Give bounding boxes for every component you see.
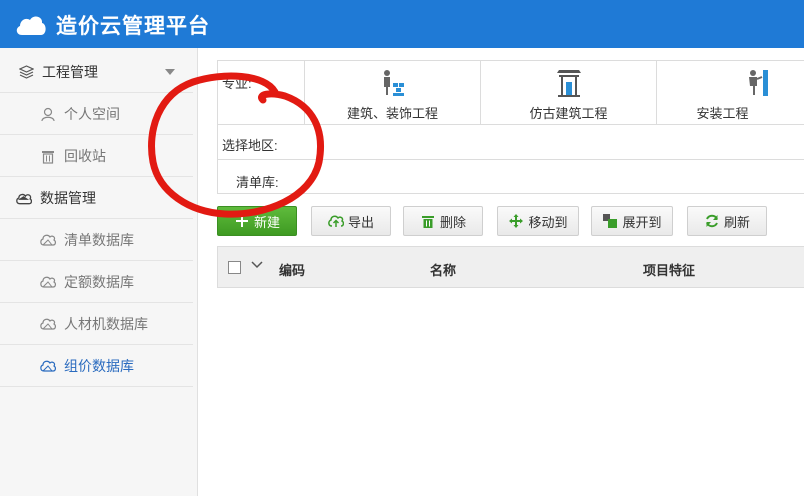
user-icon [40,106,56,122]
cloud-icon [40,358,56,374]
move-button-label: 移动到 [528,214,568,230]
select-all-checkbox[interactable] [228,261,241,274]
column-header-name[interactable]: 名称 [430,260,456,279]
category-building[interactable]: 建筑、装饰工程 [304,61,480,125]
expand-button[interactable]: 展开到 [591,206,673,236]
delete-button[interactable]: 删除 [403,206,483,236]
cloud-upload-icon [328,213,344,229]
sidebar-item-quota-db[interactable]: 定额数据库 [0,262,193,303]
move-button[interactable]: 移动到 [497,206,579,236]
category-label: 建筑、装饰工程 [346,106,438,121]
delete-button-label: 删除 [439,214,466,230]
pavilion-icon [556,69,582,100]
sidebar-item-label: 个人空间 [64,106,120,122]
move-arrows-icon [508,213,524,229]
refresh-button-label: 刷新 [723,214,750,230]
sidebar-item-label: 人材机数据库 [64,316,148,332]
sidebar-item-label: 回收站 [64,148,106,164]
layers-icon [18,64,34,80]
category-label: 安装工程 [696,106,749,121]
cloud-icon [14,13,48,37]
export-button-label: 导出 [347,214,374,230]
red-annotation-circle [148,72,324,218]
cloud-icon [40,316,56,332]
sidebar-item-label: 组价数据库 [64,358,134,374]
trash-icon [420,213,436,229]
trash-icon [40,148,56,164]
cloud-icon [40,232,56,248]
refresh-icon [704,213,720,229]
installer-icon [745,69,771,100]
sidebar-item-label: 定额数据库 [64,274,134,290]
table-header: 编码 名称 项目特征 [217,246,804,288]
sidebar-group-label: 数据管理 [40,190,96,206]
sidebar-group-label: 工程管理 [42,64,98,80]
expand-button-label: 展开到 [622,214,662,230]
column-header-code[interactable]: 编码 [279,260,305,279]
app-title: 造价云管理平台 [56,14,210,38]
sidebar-item-resource-db[interactable]: 人材机数据库 [0,304,193,345]
cloud-icon [40,274,56,290]
sidebar-item-bill-db[interactable]: 清单数据库 [0,220,193,261]
sidebar-item-label: 清单数据库 [64,232,134,248]
refresh-button[interactable]: 刷新 [687,206,767,236]
chevron-down-icon[interactable] [251,258,263,272]
construction-worker-icon [378,69,408,100]
app-logo[interactable]: 造价云管理平台 [14,10,210,40]
cloud-data-icon [16,190,32,206]
category-installation[interactable]: 安装工程 [656,61,804,125]
top-bar: 造价云管理平台 [0,0,804,48]
expand-icon [602,213,618,229]
sidebar-item-pricing-db[interactable]: 组价数据库 [0,346,193,387]
column-header-features[interactable]: 项目特征 [643,260,695,279]
